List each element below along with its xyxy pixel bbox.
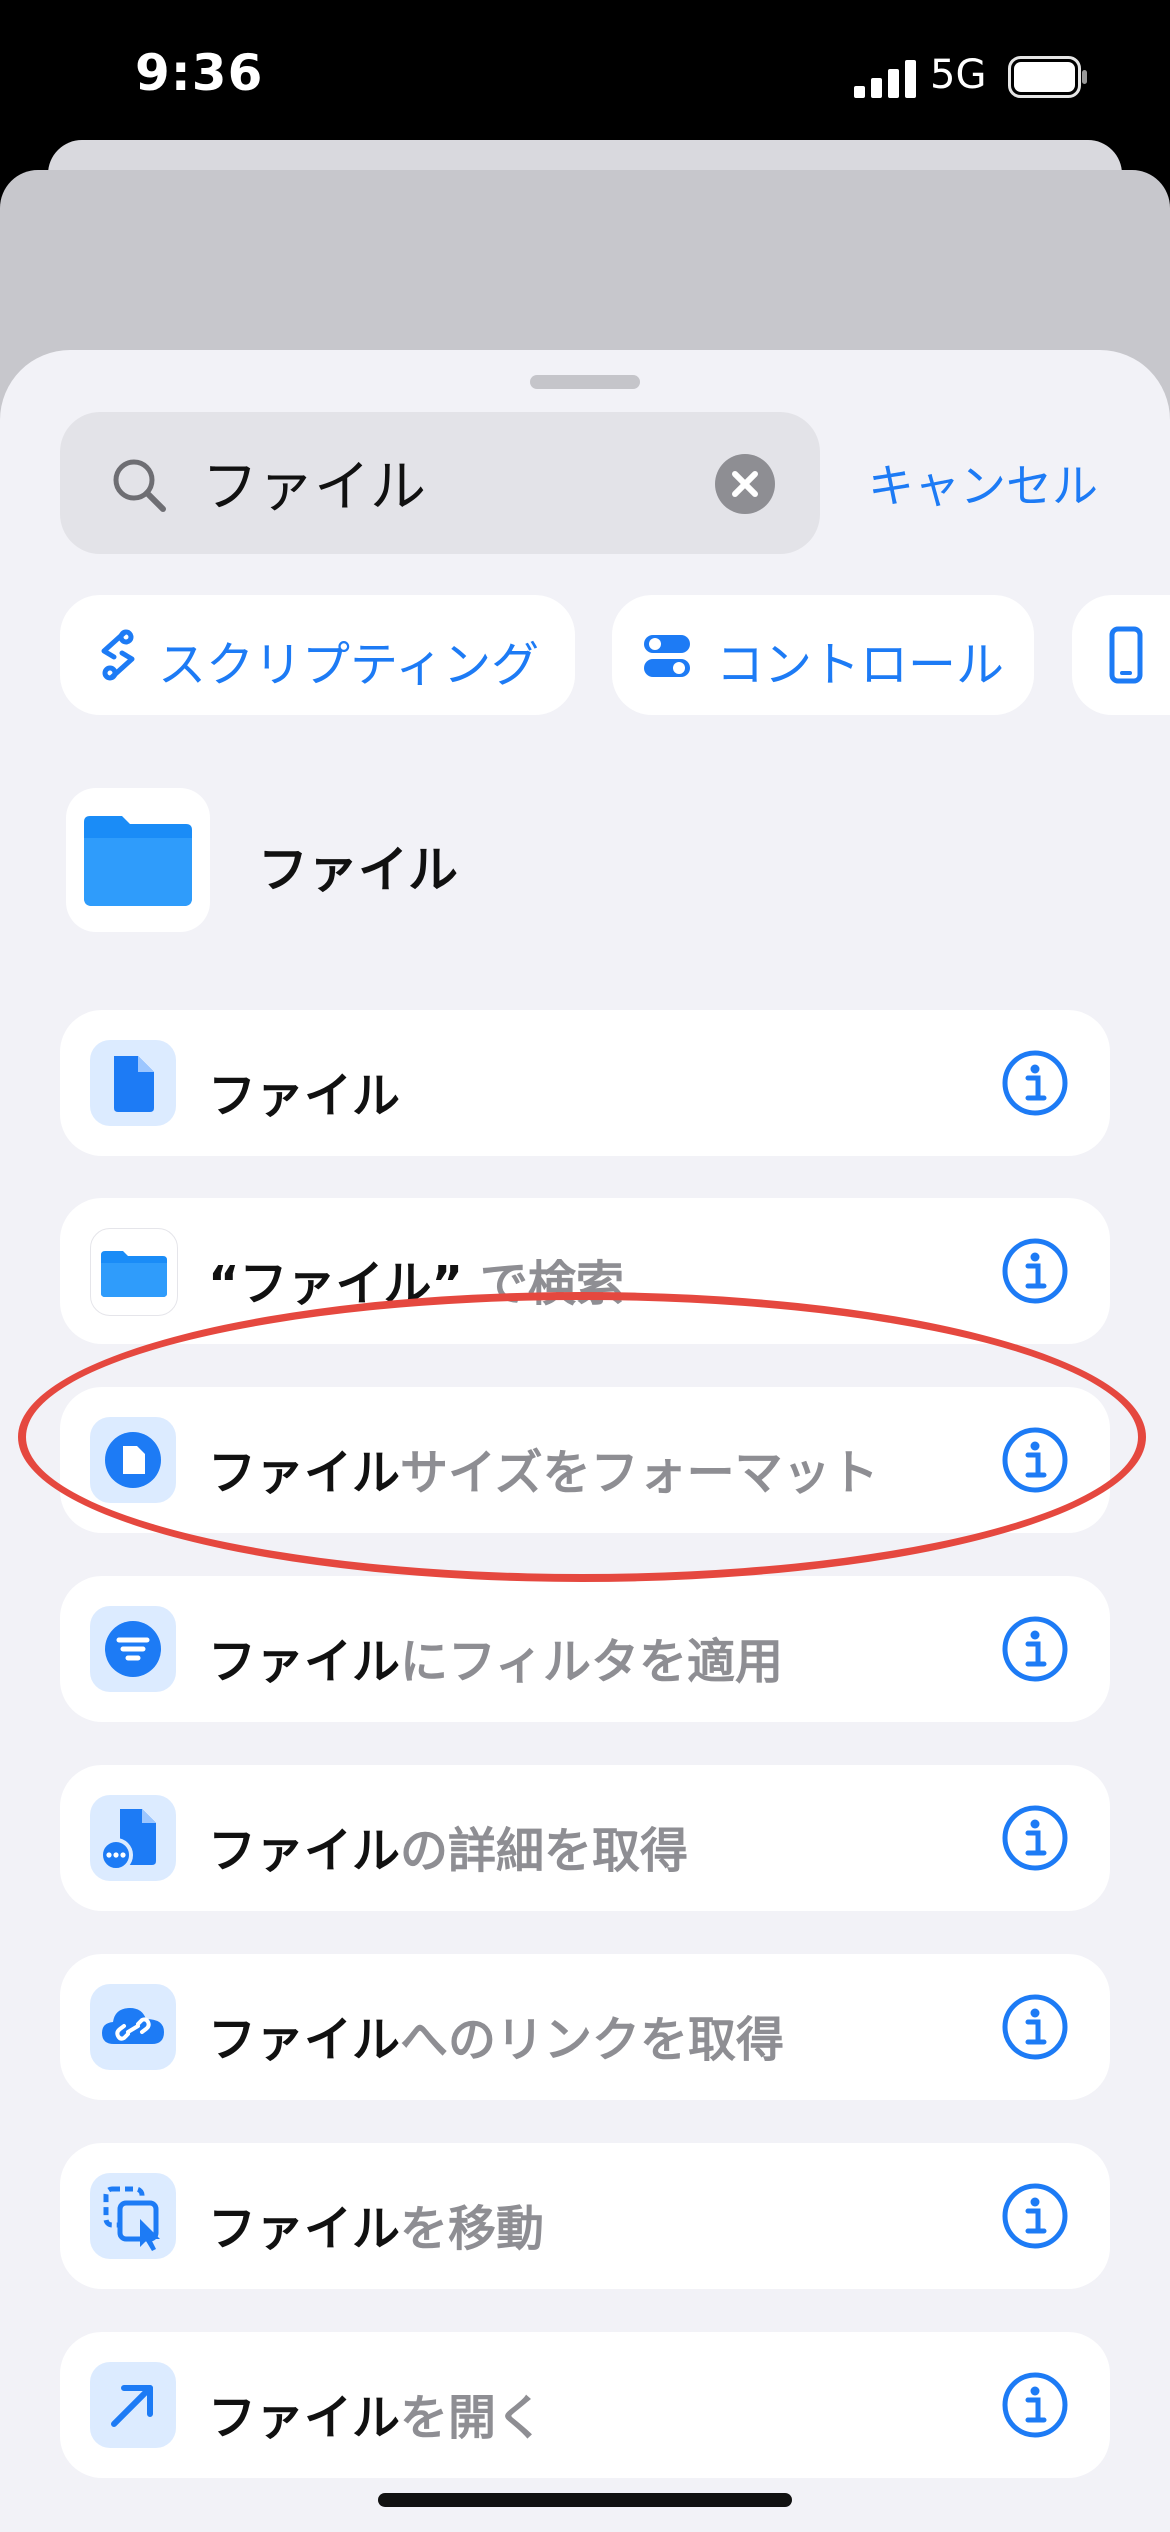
files-folder-icon — [84, 816, 192, 906]
action-row-file-details[interactable]: ファイルの詳細を取得 — [60, 1765, 1110, 1911]
status-time: 9:36 — [135, 44, 264, 102]
search-icon — [113, 459, 166, 512]
action-row-format-file-size[interactable]: ファイルサイズをフォーマット — [60, 1387, 1110, 1533]
chip-device[interactable] — [1072, 595, 1170, 715]
action-row-filter-files[interactable]: ファイルにフィルタを適用 — [60, 1576, 1110, 1722]
action-search-sheet: キャンセル スクリプティング コントロール — [0, 350, 1170, 2532]
file-document-icon — [90, 1040, 176, 1126]
sheet-grabber[interactable] — [530, 375, 640, 389]
info-icon[interactable] — [1002, 1427, 1068, 1493]
action-row-open-file[interactable]: ファイルを開く — [60, 2332, 1110, 2478]
action-row-file-link[interactable]: ファイルへのリンクを取得 — [60, 1954, 1110, 2100]
chip-label: コントロール — [716, 637, 1005, 693]
file-size-icon — [90, 1417, 176, 1503]
info-icon[interactable] — [1002, 1805, 1068, 1871]
action-title: ファイルにフィルタを適用 — [208, 1634, 784, 1690]
close-icon — [732, 471, 758, 497]
action-title: ファイルへのリンクを取得 — [208, 2012, 785, 2068]
move-icon — [90, 2173, 176, 2259]
scripting-icon — [101, 629, 135, 681]
chip-controls[interactable]: コントロール — [612, 595, 1034, 715]
action-row-search-files[interactable]: “ファイル” で検索 — [60, 1198, 1110, 1344]
action-title: “ファイル” で検索 — [208, 1256, 624, 1312]
app-section-files[interactable]: ファイル — [0, 788, 1170, 938]
battery-icon — [1008, 56, 1087, 98]
filter-icon — [90, 1606, 176, 1692]
signal-icon — [854, 60, 916, 98]
cloud-link-icon — [90, 1984, 176, 2070]
folder-icon — [90, 1228, 178, 1316]
action-title: ファイルの詳細を取得 — [208, 1823, 689, 1879]
home-indicator — [378, 2493, 792, 2507]
info-icon[interactable] — [1002, 2372, 1068, 2438]
search-bar[interactable] — [60, 412, 820, 554]
action-title: ファイルサイズをフォーマット — [208, 1445, 879, 1501]
chip-scripting[interactable]: スクリプティング — [60, 595, 575, 715]
toggle-icon — [644, 635, 690, 677]
action-title: ファイルを移動 — [208, 2201, 545, 2257]
info-icon[interactable] — [1002, 1050, 1068, 1116]
files-app-tile — [66, 788, 210, 932]
device-icon — [1109, 626, 1143, 684]
network-type: 5G — [930, 52, 987, 98]
chip-label: スクリプティング — [158, 637, 540, 693]
action-row-file[interactable]: ファイル — [60, 1010, 1110, 1156]
clear-search-button[interactable] — [715, 454, 775, 514]
info-icon[interactable] — [1002, 2183, 1068, 2249]
action-title: ファイルを開く — [208, 2390, 545, 2446]
app-name: ファイル — [258, 841, 458, 899]
search-input[interactable] — [202, 450, 742, 515]
status-bar: 9:36 5G — [0, 0, 1170, 160]
info-icon[interactable] — [1002, 1994, 1068, 2060]
action-row-move-file[interactable]: ファイルを移動 — [60, 2143, 1110, 2289]
cancel-button[interactable]: キャンセル — [868, 450, 1098, 516]
info-icon[interactable] — [1002, 1238, 1068, 1304]
info-icon[interactable] — [1002, 1616, 1068, 1682]
file-details-icon — [90, 1795, 176, 1881]
action-title: ファイル — [208, 1068, 401, 1124]
open-arrow-icon — [90, 2362, 176, 2448]
